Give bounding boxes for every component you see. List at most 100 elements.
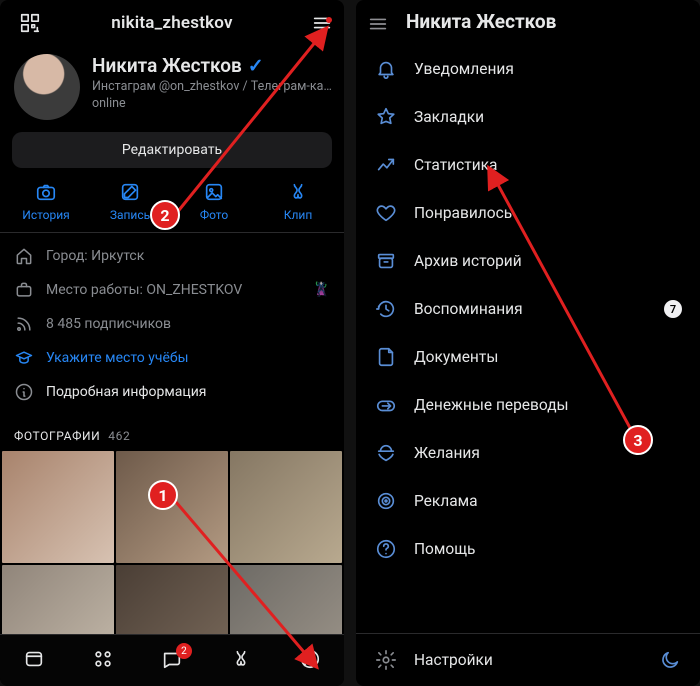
wishlist-icon [374, 441, 398, 465]
menu-label: Помощь [414, 540, 475, 558]
menu-label: Денежные переводы [414, 396, 569, 414]
history-icon [374, 297, 398, 321]
info-text: Укажите место учёбы [46, 350, 189, 366]
menu-documents[interactable]: Документы [356, 333, 700, 381]
work-emoji: 🦹‍♂️ [313, 282, 330, 298]
profile-screen: nikita_zhestkov Никита Жестков ✓ Инстагр… [0, 0, 344, 686]
profile-name-text: Никита Жестков [92, 54, 242, 77]
gear-icon[interactable] [374, 648, 398, 672]
hamburger-icon [310, 11, 334, 35]
photo-thumb[interactable] [230, 451, 342, 563]
clips-icon [286, 180, 310, 204]
feed-icon [22, 647, 46, 671]
money-icon [374, 393, 398, 417]
trail: 7 [664, 300, 682, 318]
briefcase-icon [14, 280, 34, 300]
menu-label: Воспоминания [414, 300, 523, 318]
menu-button[interactable] [294, 11, 334, 35]
annotation-3: 3 [623, 425, 653, 455]
menu-list: Уведомления Закладки Статистика Понравил… [356, 39, 700, 579]
profile-status: online [92, 96, 332, 111]
tab-services[interactable] [91, 647, 115, 674]
menu-money[interactable]: Денежные переводы [356, 381, 700, 429]
home-icon [14, 246, 34, 266]
info-study[interactable]: Укажите место учёбы [0, 341, 344, 375]
tab-messages[interactable]: 2 [160, 647, 184, 674]
tab-clips[interactable] [229, 647, 253, 674]
edit-button[interactable]: Редактировать [12, 132, 332, 168]
verified-icon: ✓ [248, 54, 264, 77]
info-icon [14, 382, 34, 402]
hamburger-icon[interactable] [366, 12, 390, 36]
info-text: Место работы: ON_ZHESTKOV [46, 282, 242, 298]
profile-name: Никита Жестков ✓ [92, 54, 332, 77]
menu-label: Документы [414, 348, 498, 366]
moon-icon[interactable] [658, 648, 682, 672]
action-label: История [22, 208, 69, 222]
side-menu-screen: Никита Жестков Уведомления Закладки Стат… [356, 0, 700, 686]
section-count: 462 [108, 429, 130, 443]
compose-icon [118, 180, 142, 204]
menu-notification-dot [326, 17, 332, 23]
photos-section-header[interactable]: ФОТОГРАФИИ 462 [0, 415, 344, 451]
image-icon [202, 180, 226, 204]
info-city[interactable]: Город: Иркутск [0, 239, 344, 273]
info-followers[interactable]: 8 485 подписчиков [0, 307, 344, 341]
profile-bio: Инстаграм @on_zhestkov / Телеграм-ка… [92, 79, 332, 94]
tab-feed[interactable] [22, 647, 46, 674]
photo-thumb[interactable] [2, 451, 114, 563]
menu-label: Архив историй [414, 252, 522, 270]
header: nikita_zhestkov [0, 0, 344, 46]
action-story[interactable]: История [11, 180, 81, 222]
menu-footer: Настройки [356, 633, 700, 686]
bell-icon [374, 57, 398, 81]
edit-button-label: Редактировать [122, 142, 222, 158]
info-text: Город: Иркутск [46, 248, 144, 264]
rss-icon [14, 314, 34, 334]
profile-block: Никита Жестков ✓ Инстаграм @on_zhestkov … [0, 46, 344, 122]
tab-profile[interactable] [298, 647, 322, 674]
menu-bookmarks[interactable]: Закладки [356, 93, 700, 141]
menu-ads[interactable]: Реклама [356, 477, 700, 525]
stats-icon [374, 153, 398, 177]
avatar[interactable] [14, 54, 80, 120]
archive-icon [374, 249, 398, 273]
heart-icon [374, 201, 398, 225]
menu-label: Желания [414, 444, 480, 462]
menu-label: Реклама [414, 492, 478, 510]
menu-help[interactable]: Помощь [356, 525, 700, 573]
annotation-2: 2 [150, 200, 180, 230]
graduation-icon [14, 348, 34, 368]
section-title: ФОТОГРАФИИ [14, 429, 100, 443]
memories-count: 7 [664, 300, 682, 318]
settings-label[interactable]: Настройки [414, 651, 493, 669]
info-text: 8 485 подписчиков [46, 316, 171, 332]
menu-title: Никита Жестков [356, 0, 700, 39]
header-username: nikita_zhestkov [50, 13, 294, 33]
qr-icon [18, 11, 42, 35]
action-label: Клип [284, 208, 313, 222]
menu-stats[interactable]: Статистика [356, 141, 700, 189]
profile-tab-icon [298, 647, 322, 671]
action-photo[interactable]: Фото [179, 180, 249, 222]
menu-archive[interactable]: Архив историй [356, 237, 700, 285]
menu-notifications[interactable]: Уведомления [356, 45, 700, 93]
menu-label: Статистика [414, 156, 497, 174]
info-list: Город: Иркутск Место работы: ON_ZHESTKOV… [0, 232, 344, 415]
info-work[interactable]: Место работы: ON_ZHESTKOV 🦹‍♂️ [0, 273, 344, 307]
camera-icon [34, 180, 58, 204]
messages-badge: 2 [176, 643, 192, 659]
action-label: Фото [200, 208, 228, 222]
tab-bar: 2 [0, 634, 344, 686]
action-clip[interactable]: Клип [263, 180, 333, 222]
menu-memories[interactable]: Воспоминания 7 [356, 285, 700, 333]
menu-liked[interactable]: Понравилось [356, 189, 700, 237]
menu-label: Понравилось [414, 204, 512, 222]
qr-button[interactable] [10, 11, 50, 35]
help-icon [374, 537, 398, 561]
annotation-1: 1 [148, 480, 178, 510]
document-icon [374, 345, 398, 369]
action-label: Запись [110, 208, 150, 222]
clips-tab-icon [229, 647, 253, 671]
info-details[interactable]: Подробная информация [0, 375, 344, 409]
